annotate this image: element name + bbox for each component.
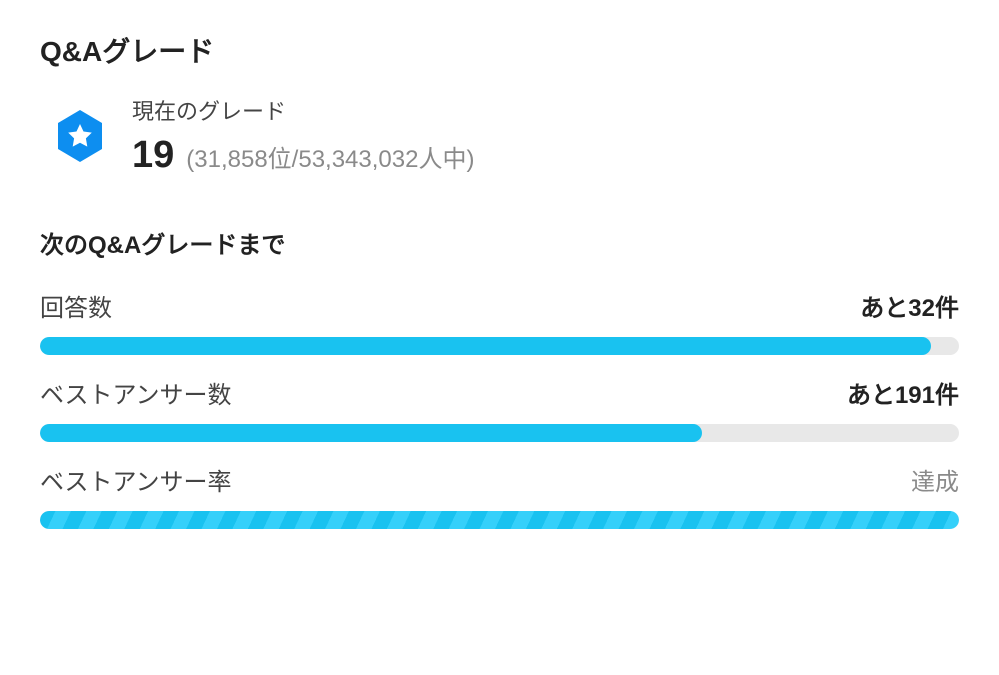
progress-fill: [40, 337, 931, 355]
qa-grade-title: Q&Aグレード: [40, 30, 959, 70]
grade-value: 19: [132, 134, 174, 177]
progress-bar: [40, 337, 959, 355]
progress-label: 回答数: [40, 288, 112, 323]
progress-label: ベストアンサー率: [40, 462, 232, 497]
progress-header: ベストアンサー率 達成: [40, 462, 959, 497]
progress-header: 回答数 あと32件: [40, 288, 959, 323]
progress-bar: [40, 424, 959, 442]
progress-fill: [40, 424, 702, 442]
progress-label: ベストアンサー数: [40, 375, 232, 410]
current-grade-row: 現在のグレード 19 (31,858位/53,343,032人中): [40, 94, 959, 177]
current-grade-label: 現在のグレード: [132, 94, 474, 126]
progress-status: 達成: [911, 462, 959, 497]
progress-item: ベストアンサー数 あと191件: [40, 375, 959, 442]
next-grade-title: 次のQ&Aグレードまで: [40, 225, 959, 260]
progress-status: あと191件: [847, 375, 959, 410]
progress-header: ベストアンサー数 あと191件: [40, 375, 959, 410]
progress-item: ベストアンサー率 達成: [40, 462, 959, 529]
progress-item: 回答数 あと32件: [40, 288, 959, 355]
grade-value-row: 19 (31,858位/53,343,032人中): [132, 134, 474, 177]
progress-status: あと32件: [860, 288, 959, 323]
progress-bar: [40, 511, 959, 529]
progress-fill: [40, 511, 959, 529]
progress-list: 回答数 あと32件ベストアンサー数 あと191件ベストアンサー率 達成: [40, 288, 959, 529]
grade-info: 現在のグレード 19 (31,858位/53,343,032人中): [132, 94, 474, 177]
grade-rank: (31,858位/53,343,032人中): [186, 139, 474, 174]
grade-badge-icon: [52, 108, 108, 164]
